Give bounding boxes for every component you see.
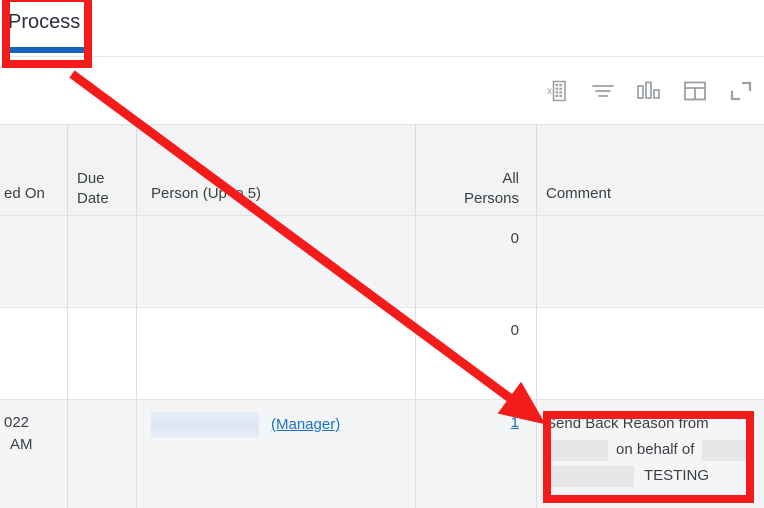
cell-all-persons-value: 0: [510, 230, 519, 247]
bar-chart-icon: [636, 81, 662, 101]
tab-process-label: Process: [8, 11, 81, 33]
layout-table-button[interactable]: [680, 76, 710, 106]
grid-toolbar: x: [0, 58, 764, 124]
comment-line-3-text: TESTING: [644, 467, 710, 484]
column-header-person-label: Person (Up to 5): [151, 185, 262, 202]
column-header-comment[interactable]: Comment: [537, 125, 764, 216]
toolbar-icon-group: x: [542, 58, 756, 124]
filter-button[interactable]: [588, 76, 618, 106]
cell-created-on: [0, 308, 68, 399]
cell-comment: [537, 308, 764, 399]
cell-all-persons: 1: [416, 400, 537, 508]
expand-fullscreen-button[interactable]: [726, 76, 756, 106]
column-header-created-on-label: ed On: [4, 185, 45, 202]
cell-person: (Manager): [137, 400, 416, 508]
cell-person: [137, 308, 416, 399]
comment-line-2-text: on behalf of: [616, 441, 695, 458]
column-header-due-date-label-line2: Date: [77, 190, 109, 207]
comment-line-2: on behalf of: [546, 437, 758, 463]
export-excel-icon: x: [546, 79, 568, 103]
export-excel-button[interactable]: x: [542, 76, 572, 106]
redacted-comment-name-1: [546, 439, 608, 461]
person-role-link[interactable]: (Manager): [271, 414, 340, 436]
person-entry: (Manager): [137, 412, 415, 438]
filter-icon: [591, 81, 615, 101]
column-header-all-persons[interactable]: All Persons: [416, 125, 537, 216]
table-row[interactable]: 0: [0, 216, 764, 308]
redacted-person-name: [151, 412, 259, 438]
cell-all-persons-value: 0: [510, 322, 519, 339]
table-row[interactable]: 0: [0, 308, 764, 400]
redacted-comment-name-3: [546, 465, 634, 487]
svg-text:x: x: [547, 86, 552, 97]
column-header-person[interactable]: Person (Up to 5): [137, 125, 416, 216]
redacted-comment-name-2: [702, 439, 755, 461]
report-grid-screen: Process x ed On Due Date Person (Up to 5…: [0, 0, 764, 508]
cell-due-date: [68, 308, 137, 399]
cell-person: [137, 216, 416, 307]
column-header-due-date[interactable]: Due Date: [68, 125, 137, 216]
comment-line-3: TESTING: [546, 463, 758, 489]
data-grid: ed On Due Date Person (Up to 5) All Pers…: [0, 124, 764, 508]
tab-active-indicator: [8, 47, 85, 53]
cell-due-date: [68, 216, 137, 307]
expand-fullscreen-icon: [729, 80, 753, 102]
grid-header-row: ed On Due Date Person (Up to 5) All Pers…: [0, 124, 764, 216]
column-header-all-persons-label-line1: All: [502, 170, 519, 187]
cell-created-on-line2: AM: [10, 436, 33, 453]
cell-due-date: [68, 400, 137, 508]
cell-all-persons: 0: [416, 308, 537, 399]
column-header-comment-label: Comment: [546, 185, 612, 202]
cell-created-on: [0, 216, 68, 307]
cell-created-on-line1: 022: [4, 414, 30, 431]
cell-created-on: 022 AM: [0, 400, 68, 508]
column-header-due-date-label-line1: Due: [77, 170, 105, 187]
table-row[interactable]: 022 AM (Manager) 1 Send Back Reason from…: [0, 400, 764, 508]
column-header-created-on[interactable]: ed On: [0, 125, 68, 216]
cell-all-persons: 0: [416, 216, 537, 307]
cell-comment: Send Back Reason from on behalf of TESTI…: [537, 400, 764, 508]
cell-comment: [537, 216, 764, 307]
tab-strip: Process: [0, 0, 764, 57]
cell-all-persons-link[interactable]: 1: [511, 414, 519, 431]
comment-line-1: Send Back Reason from: [546, 415, 709, 432]
column-header-all-persons-label-line2: Persons: [463, 190, 519, 207]
chart-view-button[interactable]: [634, 76, 664, 106]
layout-table-icon: [683, 80, 707, 102]
